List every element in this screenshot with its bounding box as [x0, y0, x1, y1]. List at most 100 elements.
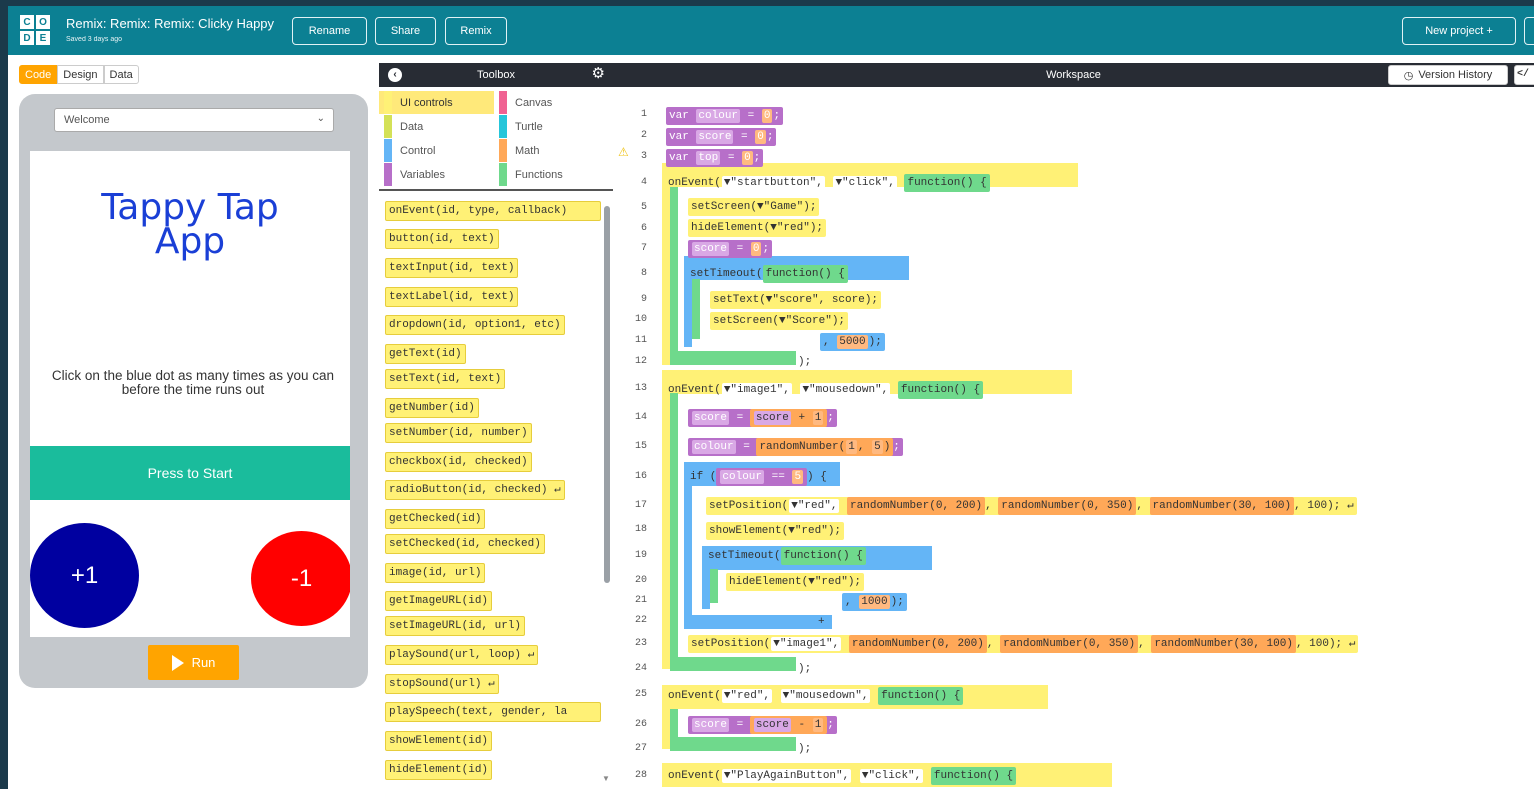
hide-element-block[interactable]: hideElement(▼"red");	[726, 573, 865, 591]
random-number-block[interactable]: randomNumber(0, 350)	[998, 497, 1137, 515]
start-button[interactable]: Press to Start	[30, 446, 350, 500]
variable-name[interactable]: colour	[692, 440, 736, 454]
code-line-settimeout[interactable]: setTimeout(function() {	[708, 547, 866, 565]
code-line-if[interactable]: if (colour == 5) {	[690, 468, 827, 486]
event-type-dropdown[interactable]: ▼"mousedown",	[780, 689, 871, 703]
function-block[interactable]: function() {	[780, 547, 866, 565]
tab-data[interactable]: Data	[103, 65, 139, 84]
code-line-onevent-image1[interactable]: onEvent(▼"image1", ▼"mousedown", functio…	[668, 381, 984, 399]
number-value[interactable]: 5000	[837, 335, 868, 349]
set-screen-block[interactable]: setScreen(▼"Score");	[710, 312, 849, 330]
id-dropdown[interactable]: ▼"image1",	[771, 637, 842, 651]
category-data[interactable]: Data	[379, 115, 494, 138]
warning-icon[interactable]: ⚠	[618, 145, 629, 159]
event-type-dropdown[interactable]: ▼"mousedown",	[800, 383, 891, 397]
number-value[interactable]: 0	[750, 242, 762, 256]
code-line[interactable]: setScreen(▼"Score");	[710, 312, 849, 330]
toolbox-block[interactable]: getChecked(id)	[385, 509, 486, 529]
toolbox-block[interactable]: playSound(url, loop) ↵	[385, 645, 539, 665]
add-else-button[interactable]: +	[818, 613, 825, 631]
number-value[interactable]: 1	[846, 440, 857, 454]
code-line[interactable]: score = 0;	[688, 240, 773, 258]
toolbox-block[interactable]: getImageURL(id)	[385, 591, 493, 611]
share-button[interactable]: Share	[375, 17, 436, 45]
toolbox-block[interactable]: setText(id, text)	[385, 369, 506, 389]
variable-name[interactable]: score	[753, 718, 791, 732]
plus-icon[interactable]: +	[818, 616, 825, 628]
category-functions[interactable]: Functions	[494, 163, 609, 186]
set-screen-block[interactable]: setScreen(▼"Game");	[688, 198, 820, 216]
toolbox-scrollbar[interactable]	[604, 206, 610, 583]
toolbox-block[interactable]: radioButton(id, checked) ↵	[385, 480, 565, 500]
tab-design[interactable]: Design	[57, 65, 104, 84]
code-line[interactable]: hideElement(▼"red");	[726, 573, 865, 591]
code-line[interactable]: score = score - 1;	[688, 716, 837, 734]
code-line-onevent-startbutton[interactable]: onEvent(▼"startbutton", ▼"click", functi…	[668, 174, 990, 192]
toolbox-block[interactable]: checkbox(id, checked)	[385, 452, 532, 472]
variable-name[interactable]: colour	[696, 109, 741, 123]
code-line[interactable]: setPosition(▼"image1", randomNumber(0, 2…	[688, 635, 1359, 653]
number-value[interactable]: 1	[812, 411, 824, 425]
version-history-button[interactable]: ◷ Version History	[1388, 65, 1508, 85]
category-ui-controls[interactable]: UI controls	[379, 91, 494, 114]
gear-icon[interactable]: ⚙	[592, 66, 605, 82]
category-control[interactable]: Control	[379, 139, 494, 162]
code-line[interactable]: , 5000);	[820, 333, 885, 351]
code-line-onevent-playagain[interactable]: onEvent(▼"PlayAgainButton", ▼"click", fu…	[668, 767, 1017, 785]
header-more-button[interactable]	[1524, 17, 1534, 45]
toolbox-block[interactable]: setImageURL(id, url)	[385, 616, 526, 636]
function-block[interactable]: function() {	[878, 687, 964, 705]
code-line-settimeout[interactable]: setTimeout(function() {	[690, 265, 848, 283]
code-line-var-top[interactable]: var top = 0;	[666, 149, 764, 167]
code-line[interactable]: colour = randomNumber(1, 5);	[688, 438, 903, 456]
project-title[interactable]: Remix: Remix: Remix: Clicky Happy	[66, 16, 274, 31]
toolbox-block[interactable]: textInput(id, text)	[385, 258, 519, 278]
variable-name[interactable]: top	[696, 151, 721, 165]
toolbox-block[interactable]: setChecked(id, checked)	[385, 534, 545, 554]
number-value[interactable]: 1000	[859, 595, 890, 609]
toolbox-block[interactable]: dropdown(id, option1, etc)	[385, 315, 565, 335]
code-line[interactable]: setPosition(▼"red", randomNumber(0, 200)…	[706, 497, 1357, 515]
code-line[interactable]: setText(▼"score", score);	[710, 291, 882, 309]
toolbox-block[interactable]: onEvent(id, type, callback)	[385, 201, 601, 221]
rename-button[interactable]: Rename	[292, 17, 367, 45]
code-line[interactable]: setScreen(▼"Game");	[688, 198, 820, 216]
set-text-block[interactable]: setText(▼"score", score);	[710, 291, 882, 309]
id-dropdown[interactable]: ▼"red",	[789, 499, 840, 513]
variable-name[interactable]: score	[692, 242, 730, 256]
function-block[interactable]: function() {	[930, 767, 1017, 785]
code-line[interactable]: score = score + 1;	[688, 409, 837, 427]
random-number-block[interactable]: randomNumber(0, 350)	[1000, 635, 1139, 653]
variable-name[interactable]: colour	[720, 470, 765, 484]
blue-dot-image[interactable]: +1	[30, 523, 139, 628]
screen-dropdown[interactable]: Welcome ⌄	[54, 108, 334, 132]
show-text-code-button[interactable]: </	[1514, 65, 1534, 85]
toolbox-block[interactable]: playSpeech(text, gender, la	[385, 702, 601, 722]
toolbox-block[interactable]: setNumber(id, number)	[385, 423, 532, 443]
id-dropdown[interactable]: ▼"PlayAgainButton",	[721, 769, 852, 783]
scroll-down-icon[interactable]: ▼	[602, 774, 610, 783]
toolbox-block[interactable]: image(id, url)	[385, 563, 486, 583]
code-line[interactable]: hideElement(▼"red");	[688, 219, 827, 237]
random-number-block[interactable]: randomNumber(0, 200)	[848, 635, 987, 653]
new-project-button[interactable]: New project +	[1402, 17, 1516, 45]
variable-name[interactable]: score	[696, 130, 734, 144]
variable-name[interactable]: score	[692, 411, 730, 425]
tab-code[interactable]: Code	[19, 65, 58, 84]
number-value[interactable]: 0	[742, 151, 753, 165]
show-element-block[interactable]: showElement(▼"red");	[706, 522, 845, 540]
toolbox-block[interactable]: textLabel(id, text)	[385, 287, 519, 307]
toolbox-block[interactable]: getNumber(id)	[385, 398, 479, 418]
code-line[interactable]: , 1000);	[842, 593, 907, 611]
random-number-block[interactable]: randomNumber(30, 100)	[1149, 497, 1295, 515]
code-line[interactable]: showElement(▼"red");	[706, 522, 845, 540]
random-number-block[interactable]: randomNumber(0, 200)	[847, 497, 986, 515]
category-math[interactable]: Math	[494, 139, 609, 162]
code-line-var-colour[interactable]: var colour = 0;	[666, 107, 784, 125]
toolbox-block[interactable]: button(id, text)	[385, 229, 499, 249]
category-canvas[interactable]: Canvas	[494, 91, 609, 114]
code-line-onevent-red[interactable]: onEvent(▼"red", ▼"mousedown", function()…	[668, 687, 964, 705]
event-type-dropdown[interactable]: ▼"click",	[833, 176, 897, 190]
category-turtle[interactable]: Turtle	[494, 115, 609, 138]
code-line-var-score[interactable]: var score = 0;	[666, 128, 777, 146]
